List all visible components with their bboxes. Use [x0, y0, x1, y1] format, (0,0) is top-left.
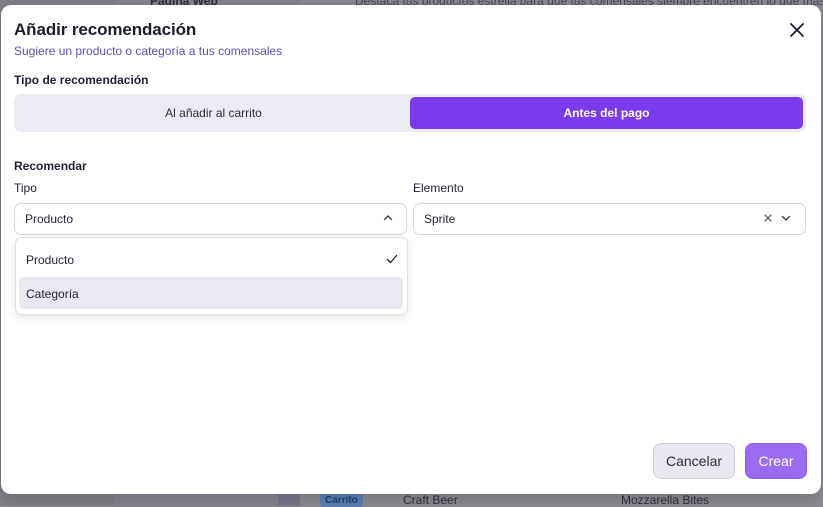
modal-subtitle: Sugiere un producto o categoría a tus co…: [14, 44, 283, 58]
type-option-add-to-cart[interactable]: Al añadir al carrito: [17, 97, 410, 129]
background-badge: Carrito: [320, 494, 363, 507]
recommend-heading: Recomendar: [14, 159, 87, 173]
chevron-down-icon: [779, 211, 793, 225]
create-button[interactable]: Crear: [745, 443, 807, 479]
background-row-item: Craft Beer: [403, 493, 458, 507]
background-row-recommendation: Mozzarella Bites: [621, 493, 710, 507]
type-option-before-payment[interactable]: Antes del pago: [410, 97, 803, 129]
dropdown-option-label: Producto: [26, 253, 75, 267]
tipo-select-value: Producto: [25, 212, 74, 226]
tipo-select[interactable]: Producto: [14, 203, 407, 235]
clear-icon[interactable]: [761, 211, 775, 225]
dropdown-option-producto[interactable]: Producto: [19, 243, 403, 275]
elemento-select[interactable]: Sprite: [413, 203, 806, 235]
dropdown-option-label: Categoría: [26, 287, 79, 301]
elemento-select-value: Sprite: [424, 212, 456, 226]
tipo-label: Tipo: [14, 181, 37, 195]
chevron-up-icon: [381, 211, 395, 225]
elemento-label: Elemento: [413, 181, 464, 195]
tipo-dropdown-menu: Producto Categoría: [15, 237, 408, 315]
modal-title: Añadir recomendación: [14, 20, 197, 39]
dropdown-option-categoria[interactable]: Categoría: [19, 277, 403, 309]
recommendation-type-segmented-control: Al añadir al carrito Antes del pago: [14, 94, 806, 132]
check-icon: [385, 252, 399, 266]
cancel-button[interactable]: Cancelar: [653, 443, 735, 479]
close-icon[interactable]: [787, 20, 807, 40]
add-recommendation-modal: Añadir recomendación Sugiere un producto…: [1, 5, 821, 494]
recommendation-type-label: Tipo de recomendación: [14, 73, 149, 87]
